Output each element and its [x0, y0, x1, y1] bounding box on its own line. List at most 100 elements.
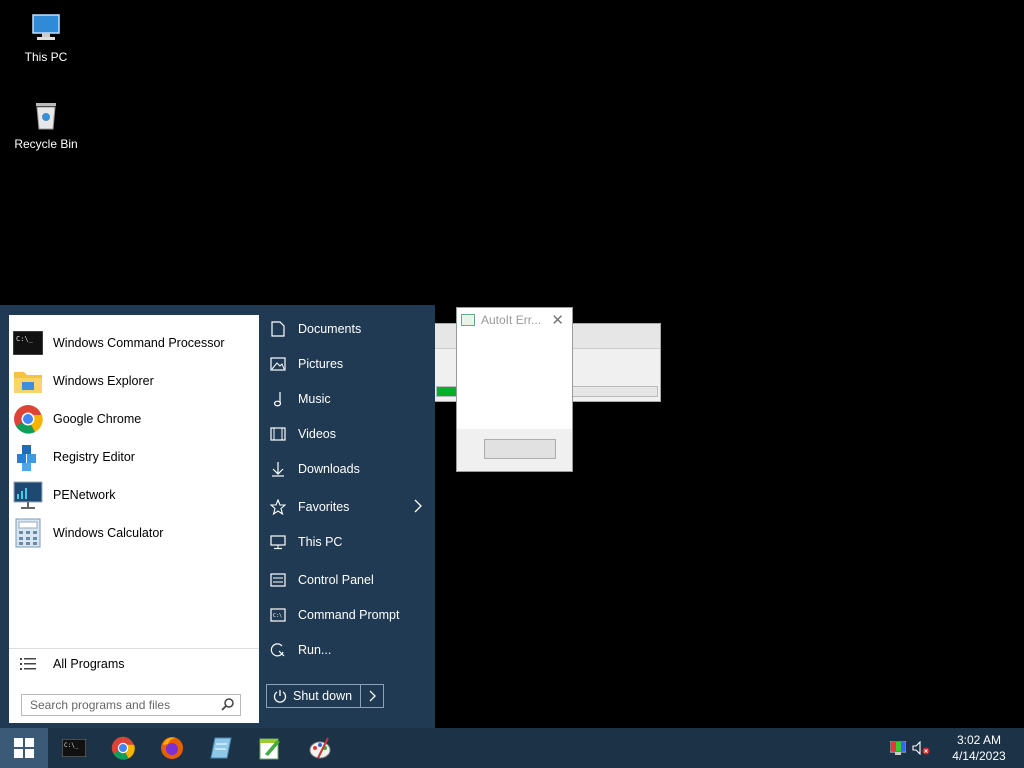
calculator-icon: [12, 517, 44, 549]
program-item-penetwork[interactable]: PENetwork: [9, 476, 259, 514]
shutdown-button-group: Shut down: [266, 684, 384, 708]
link-label: Documents: [298, 322, 362, 336]
cmd-icon: C:\_: [12, 327, 44, 359]
network-icon: [12, 479, 44, 511]
star-icon: [268, 497, 288, 517]
chrome-icon: [111, 736, 135, 760]
shutdown-options-button[interactable]: [361, 685, 383, 707]
dialog-footer: [457, 429, 572, 471]
link-label: Control Panel: [298, 573, 374, 587]
taskbar-editor[interactable]: [246, 728, 294, 768]
taskbar-chrome[interactable]: [99, 728, 147, 768]
music-icon: [268, 389, 288, 409]
program-item-cmd[interactable]: C:\_ Windows Command Processor: [9, 324, 259, 362]
svg-text:C:\_: C:\_: [64, 742, 79, 749]
program-label: Google Chrome: [53, 412, 142, 426]
document-icon: [268, 319, 288, 339]
svg-text:C:\: C:\: [273, 613, 282, 619]
link-label: Pictures: [298, 357, 344, 371]
program-label: PENetwork: [53, 488, 116, 502]
ok-button[interactable]: [484, 439, 556, 459]
link-this-pc[interactable]: This PC: [268, 526, 428, 558]
link-label: Favorites: [298, 500, 350, 514]
display-icon[interactable]: [890, 741, 906, 755]
recycle-bin-icon: [26, 95, 66, 135]
clock-time: 3:02 AM: [956, 733, 1002, 747]
link-command-prompt[interactable]: C:\ Command Prompt: [268, 599, 428, 631]
search-icon[interactable]: [221, 697, 235, 714]
desktop-icon-recycle-bin[interactable]: Recycle Bin: [6, 95, 86, 151]
desktop-icon-this-pc[interactable]: This PC: [6, 8, 86, 64]
taskbar-paint[interactable]: [296, 728, 344, 768]
chrome-icon: [12, 403, 44, 435]
firefox-icon: [161, 737, 183, 759]
power-icon: [273, 690, 287, 703]
computer-icon: [26, 8, 66, 48]
paint-icon: [309, 737, 331, 759]
program-label: Windows Command Processor: [53, 336, 225, 350]
program-item-registry[interactable]: Registry Editor: [9, 438, 259, 476]
start-menu: C:\_ Windows Command Processor Windows E…: [0, 305, 435, 728]
shutdown-label: Shut down: [293, 689, 353, 703]
run-icon: [268, 640, 288, 660]
desktop-icon-label: This PC: [24, 50, 68, 64]
programs-pane: C:\_ Windows Command Processor Windows E…: [9, 315, 259, 723]
notepad-icon: [210, 737, 232, 759]
program-item-chrome[interactable]: Google Chrome: [9, 400, 259, 438]
link-label: Music: [298, 392, 331, 406]
dialog-title: AutoIt Err...: [481, 313, 542, 327]
program-label: Registry Editor: [53, 450, 135, 464]
link-music[interactable]: Music: [268, 383, 428, 415]
system-tray: 3:02 AM 4/14/2023: [890, 728, 1024, 768]
download-icon: [268, 459, 288, 479]
link-favorites[interactable]: Favorites: [268, 491, 428, 523]
link-label: Downloads: [298, 462, 360, 476]
svg-text:C:\_: C:\_: [16, 335, 34, 343]
chevron-right-icon: [369, 690, 376, 702]
taskbar-notepad[interactable]: [197, 728, 245, 768]
dialog-titlebar[interactable]: AutoIt Err... ✕: [457, 308, 572, 332]
link-control-panel[interactable]: Control Panel: [268, 564, 428, 596]
close-icon[interactable]: ✕: [551, 311, 564, 329]
all-programs-button[interactable]: All Programs: [9, 648, 259, 679]
link-run[interactable]: Run...: [268, 634, 428, 666]
program-item-calculator[interactable]: Windows Calculator: [9, 514, 259, 552]
taskbar-firefox[interactable]: [148, 728, 196, 768]
link-label: This PC: [298, 535, 343, 549]
app-icon: [461, 314, 475, 326]
editor-icon: [259, 738, 280, 760]
autoit-error-dialog[interactable]: AutoIt Err... ✕: [456, 307, 573, 472]
link-downloads[interactable]: Downloads: [268, 453, 428, 485]
chevron-right-icon[interactable]: [414, 499, 422, 516]
all-programs-label: All Programs: [53, 657, 125, 671]
shutdown-button[interactable]: Shut down: [267, 685, 361, 707]
link-documents[interactable]: Documents: [268, 313, 428, 345]
video-icon: [268, 424, 288, 444]
cmd-icon: C:\_: [62, 739, 86, 757]
search-input[interactable]: [21, 694, 241, 716]
terminal-icon: C:\: [268, 605, 288, 625]
desktop-icon-label: Recycle Bin: [14, 137, 78, 151]
start-button[interactable]: [0, 728, 48, 768]
program-item-explorer[interactable]: Windows Explorer: [9, 362, 259, 400]
program-label: Windows Calculator: [53, 526, 164, 540]
windows-logo-icon: [14, 738, 34, 758]
folder-icon: [12, 365, 44, 397]
volume-muted-icon[interactable]: [912, 741, 930, 755]
link-pictures[interactable]: Pictures: [268, 348, 428, 380]
link-label: Command Prompt: [298, 608, 400, 622]
picture-icon: [268, 354, 288, 374]
taskbar-cmd[interactable]: C:\_: [50, 728, 98, 768]
monitor-icon: [268, 532, 288, 552]
progress-fill: [437, 387, 457, 396]
link-videos[interactable]: Videos: [268, 418, 428, 450]
clock-date: 4/14/2023: [952, 749, 1006, 763]
program-label: Windows Explorer: [53, 374, 154, 388]
registry-icon: [12, 441, 44, 473]
taskbar: C:\_ 3:02 AM 4/14/2023: [0, 728, 1024, 768]
list-icon: [12, 657, 44, 671]
clock[interactable]: 3:02 AM 4/14/2023: [934, 732, 1024, 764]
link-label: Run...: [298, 643, 332, 657]
control-panel-icon: [268, 570, 288, 590]
link-label: Videos: [298, 427, 336, 441]
